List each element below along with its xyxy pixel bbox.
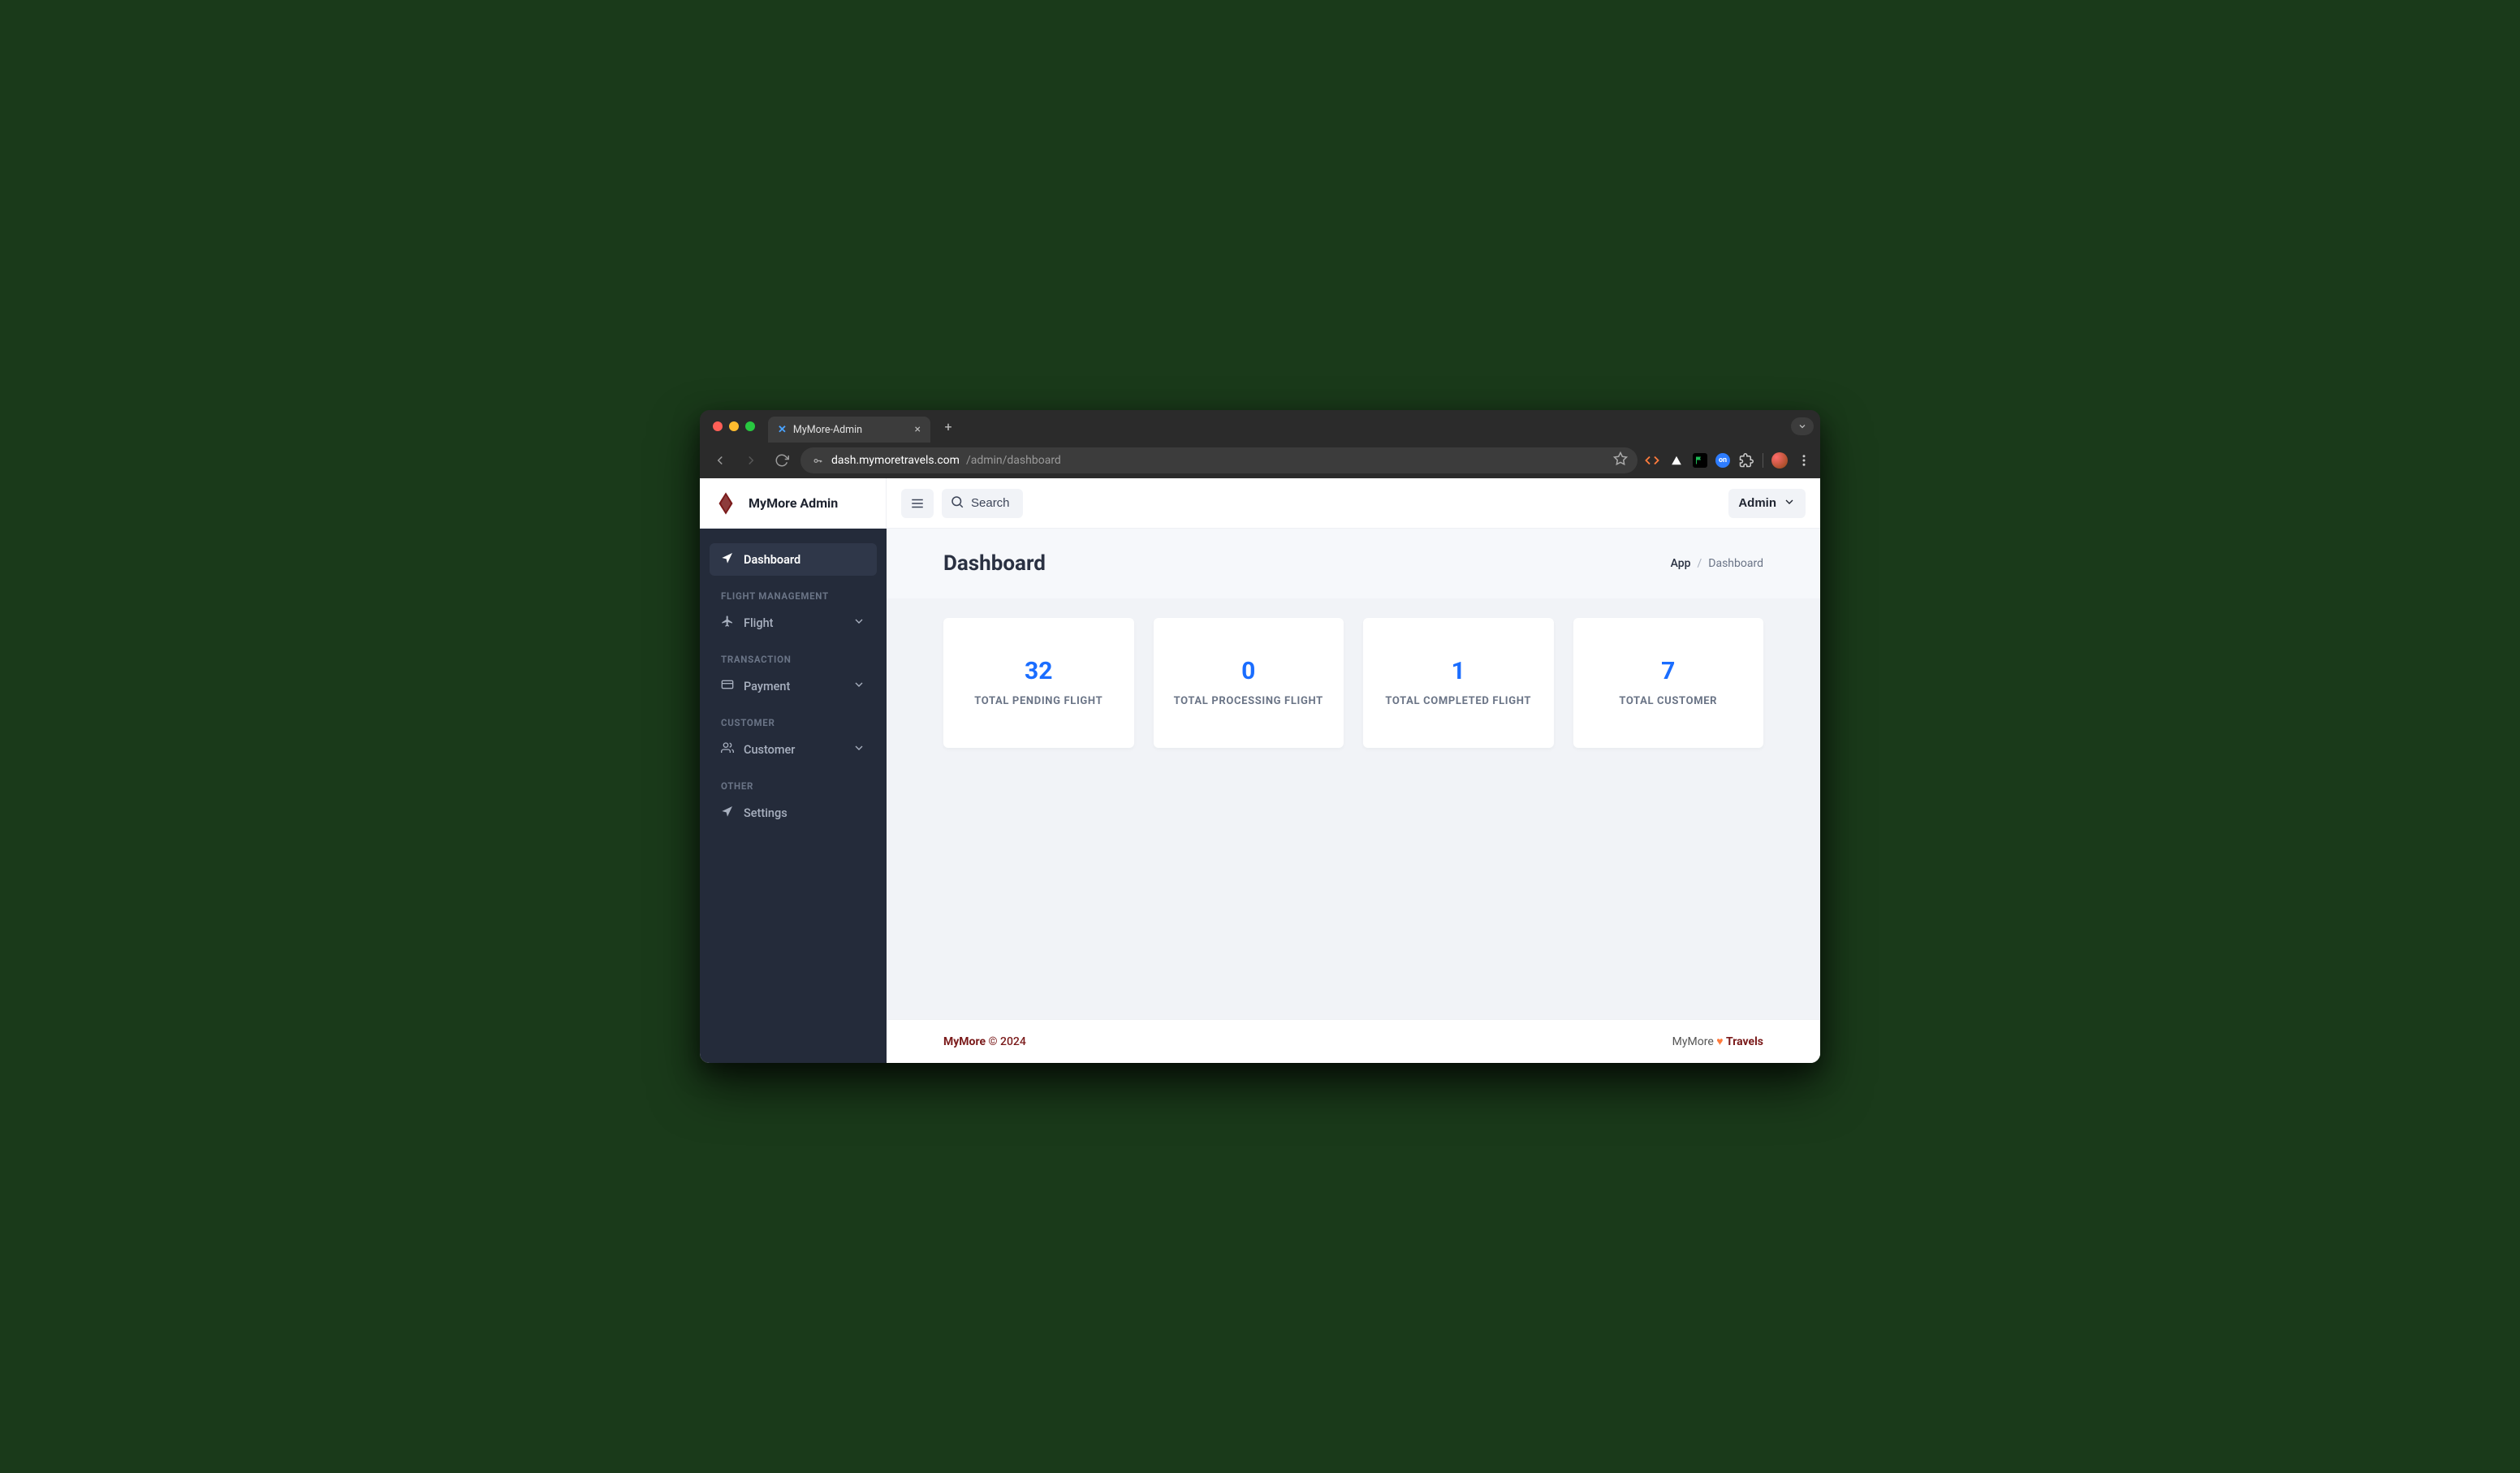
admin-label: Admin	[1738, 496, 1776, 510]
sidebar-item-settings[interactable]: Settings	[710, 797, 877, 829]
arrow-icon	[721, 551, 734, 568]
window-close-button[interactable]	[713, 421, 723, 431]
card-icon	[721, 678, 734, 694]
spacer	[887, 767, 1820, 1019]
stat-value: 1	[1452, 657, 1465, 685]
search-icon	[950, 495, 964, 512]
tab-close-button[interactable]: ×	[915, 424, 921, 435]
extension-icon[interactable]	[1693, 453, 1707, 468]
stat-card-customer: 7 TOTAL CUSTOMER	[1573, 618, 1764, 748]
url-input[interactable]: dash.mymoretravels.com/admin/dashboard	[800, 447, 1638, 473]
sidebar-item-label: Flight	[744, 616, 773, 630]
breadcrumb-current: Dashboard	[1708, 557, 1763, 570]
users-icon	[721, 741, 734, 758]
sidebar-item-flight[interactable]: Flight	[710, 607, 877, 639]
breadcrumb-separator: /	[1698, 557, 1702, 570]
window-controls	[713, 421, 755, 431]
footer-suffix: Travels	[1726, 1035, 1763, 1048]
stat-card-completed: 1 TOTAL COMPLETED FLIGHT	[1363, 618, 1554, 748]
extensions-button[interactable]	[1738, 452, 1754, 469]
breadcrumb-root[interactable]: App	[1671, 557, 1691, 570]
stat-card-pending: 32 TOTAL PENDING FLIGHT	[943, 618, 1134, 748]
devtools-icon[interactable]	[1644, 452, 1660, 469]
stat-card-processing: 0 TOTAL PROCESSING FLIGHT	[1154, 618, 1344, 748]
stat-label: TOTAL COMPLETED FLIGHT	[1385, 693, 1531, 710]
url-path: /admin/dashboard	[966, 454, 1061, 467]
sidebar-section-transaction: TRANSACTION	[710, 639, 877, 670]
window-minimize-button[interactable]	[729, 421, 739, 431]
site-info-icon[interactable]	[810, 453, 825, 468]
stats-row: 32 TOTAL PENDING FLIGHT 0 TOTAL PROCESSI…	[887, 598, 1820, 767]
footer-brand: MyMore	[943, 1035, 986, 1048]
arrow-icon	[721, 805, 734, 821]
footer-prefix: MyMore	[1672, 1035, 1717, 1048]
chevron-down-icon	[852, 741, 865, 758]
sidebar-item-label: Customer	[744, 743, 795, 757]
stat-value: 32	[1025, 657, 1052, 685]
sidebar-item-label: Settings	[744, 806, 788, 820]
browser-menu-button[interactable]	[1796, 452, 1812, 469]
stat-label: TOTAL PROCESSING FLIGHT	[1174, 693, 1323, 710]
forward-button[interactable]	[739, 448, 763, 473]
browser-window: ✕ MyMore-Admin × + dash.mymoretravels.co…	[700, 410, 1820, 1063]
heart-icon: ♥	[1716, 1035, 1723, 1048]
reload-button[interactable]	[770, 448, 794, 473]
sidebar-section-customer: CUSTOMER	[710, 702, 877, 733]
search-label: Search	[971, 496, 1010, 510]
tab-list-button[interactable]	[1791, 417, 1814, 435]
window-maximize-button[interactable]	[745, 421, 755, 431]
sidebar: Dashboard FLIGHT MANAGEMENT Flight TRANS…	[700, 529, 887, 1063]
footer: MyMore © 2024 MyMore ♥ Travels	[887, 1019, 1820, 1063]
browser-tab-strip: ✕ MyMore-Admin × +	[700, 410, 1820, 443]
page-header: Dashboard App / Dashboard	[887, 529, 1820, 598]
sidebar-section-other: OTHER	[710, 766, 877, 797]
topbar: MyMore Admin Search Admin	[700, 478, 1820, 529]
chevron-down-icon	[1783, 495, 1796, 512]
url-domain: dash.mymoretravels.com	[831, 454, 960, 467]
brand[interactable]: MyMore Admin	[700, 478, 887, 528]
chevron-down-icon	[852, 615, 865, 631]
profile-avatar[interactable]	[1771, 452, 1788, 469]
main: Dashboard App / Dashboard 32 TOTAL PENDI…	[887, 529, 1820, 1063]
page-title: Dashboard	[943, 551, 1046, 576]
bookmark-star-icon[interactable]	[1613, 451, 1628, 469]
brand-logo-icon	[711, 489, 740, 518]
stat-value: 7	[1661, 657, 1675, 685]
sidebar-item-dashboard[interactable]: Dashboard	[710, 543, 877, 576]
browser-extensions: on	[1644, 452, 1812, 469]
app-shell: MyMore Admin Search Admin	[700, 478, 1820, 1063]
chevron-down-icon	[852, 678, 865, 694]
new-tab-button[interactable]: +	[937, 415, 960, 438]
tab-favicon: ✕	[778, 424, 787, 436]
sidebar-item-label: Dashboard	[744, 553, 800, 567]
footer-year: © 2024	[989, 1035, 1026, 1048]
stat-value: 0	[1241, 657, 1255, 685]
topbar-actions: Search Admin	[887, 489, 1820, 518]
sidebar-item-customer[interactable]: Customer	[710, 733, 877, 766]
admin-menu-button[interactable]: Admin	[1728, 489, 1806, 518]
search-button[interactable]: Search	[942, 489, 1023, 518]
extension-icon[interactable]	[1668, 452, 1685, 469]
browser-address-bar: dash.mymoretravels.com/admin/dashboard o…	[700, 443, 1820, 478]
sidebar-toggle-button[interactable]	[901, 489, 934, 518]
sidebar-section-flight: FLIGHT MANAGEMENT	[710, 576, 877, 607]
back-button[interactable]	[708, 448, 732, 473]
browser-tab[interactable]: ✕ MyMore-Admin ×	[768, 417, 930, 443]
brand-name: MyMore Admin	[749, 495, 838, 511]
footer-copyright: MyMore © 2024	[943, 1035, 1026, 1048]
breadcrumb: App / Dashboard	[1671, 557, 1763, 570]
stat-label: TOTAL PENDING FLIGHT	[974, 693, 1102, 710]
stat-label: TOTAL CUSTOMER	[1619, 693, 1717, 710]
extension-icon[interactable]: on	[1715, 453, 1730, 468]
tab-title: MyMore-Admin	[793, 424, 862, 436]
sidebar-item-payment[interactable]: Payment	[710, 670, 877, 702]
airplane-icon	[721, 615, 734, 631]
sidebar-item-label: Payment	[744, 680, 790, 693]
app-body: Dashboard FLIGHT MANAGEMENT Flight TRANS…	[700, 529, 1820, 1063]
footer-right: MyMore ♥ Travels	[1672, 1035, 1763, 1048]
